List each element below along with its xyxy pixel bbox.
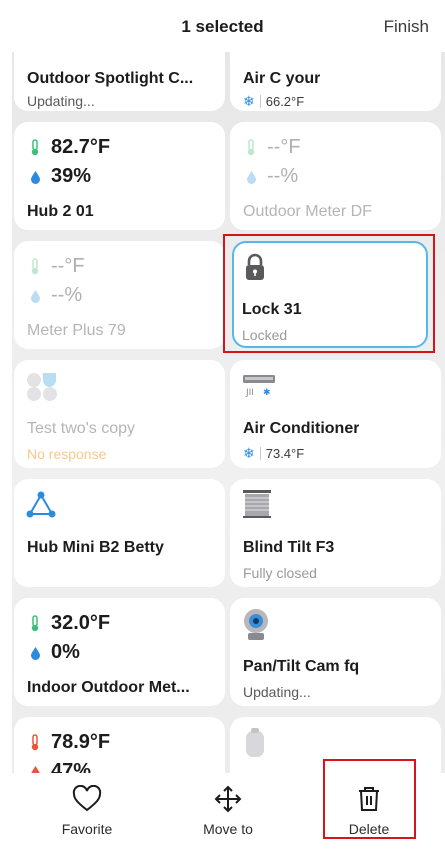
- thermometer-icon: [27, 615, 43, 632]
- humidity-value: 47%: [51, 760, 92, 773]
- humidity-reading: 0%: [27, 641, 80, 664]
- device-name: Hub Mini B2 Betty: [27, 539, 164, 556]
- device-status: Updating...: [27, 93, 95, 109]
- water-drop-icon: [27, 289, 43, 303]
- temperature-value: 32.0°F: [51, 612, 111, 634]
- device-card-blind-tilt[interactable]: Blind Tilt F3 Fully closed: [230, 479, 441, 587]
- device-card-humidifier[interactable]: [230, 717, 441, 773]
- humidity-reading: --%: [27, 284, 82, 307]
- device-card-hub-2[interactable]: 82.7°F 39% Hub 2 01: [14, 122, 225, 230]
- device-grid[interactable]: Outdoor Spotlight C... Updating... Air C…: [12, 50, 445, 773]
- device-card-air-conditioner[interactable]: JII ✱ Air Conditioner ❄ 73.4°F: [230, 360, 441, 468]
- humidity-value: --%: [267, 165, 299, 187]
- temperature-value: 82.7°F: [51, 136, 111, 158]
- humidity-value: --%: [51, 284, 83, 306]
- water-drop-icon: [27, 765, 43, 773]
- humidifier-icon: [244, 727, 266, 764]
- device-name: Lock 31: [242, 301, 302, 318]
- device-name: Indoor Outdoor Met...: [27, 679, 190, 696]
- device-card-indoor-outdoor-meter[interactable]: 32.0°F 0% Indoor Outdoor Met...: [14, 598, 225, 706]
- camera-icon: [242, 608, 270, 647]
- device-name: Outdoor Meter DF: [243, 203, 372, 220]
- heart-icon: [32, 783, 142, 815]
- humidity-value: 0%: [51, 641, 80, 663]
- move-arrows-icon: [173, 783, 283, 815]
- trash-icon: [314, 783, 424, 815]
- device-card-pan-tilt-cam[interactable]: Pan/Tilt Cam fq Updating...: [230, 598, 441, 706]
- svg-text:✱: ✱: [263, 388, 271, 398]
- move-to-label: Move to: [203, 821, 253, 837]
- device-name: Hub 2 01: [27, 203, 94, 220]
- move-to-button[interactable]: Move to: [173, 783, 283, 837]
- hub-mini-icon: [26, 491, 56, 524]
- ac-status-line: ❄ 73.4°F: [243, 445, 304, 462]
- temperature-reading: --°F: [27, 255, 85, 278]
- water-drop-icon: [27, 646, 43, 660]
- temperature-reading: 32.0°F: [27, 612, 110, 635]
- delete-button[interactable]: Delete: [314, 783, 424, 837]
- device-card-air-c-your[interactable]: Air C your ❄ 66.2°F: [230, 50, 441, 111]
- temperature-reading: --°F: [243, 136, 301, 159]
- thermometer-icon: [27, 734, 43, 751]
- temperature-reading: 82.7°F: [27, 136, 110, 159]
- device-status: Updating...: [243, 684, 311, 700]
- device-card-outdoor-spotlight[interactable]: Outdoor Spotlight C... Updating...: [14, 50, 225, 111]
- temperature-value: --°F: [267, 136, 301, 158]
- device-card-meter-plus[interactable]: --°F --% Meter Plus 79: [14, 241, 225, 349]
- lock-icon: [244, 253, 266, 286]
- snowflake-icon: ❄: [243, 93, 255, 109]
- thermometer-icon: [27, 139, 43, 156]
- blind-tilt-icon: [242, 489, 272, 524]
- device-card-test-two[interactable]: Test two's copy No response: [14, 360, 225, 468]
- bottom-action-bar: Favorite Move to Delete: [0, 773, 445, 851]
- selection-title: 1 selected: [181, 17, 264, 36]
- ac-status-line: ❄ 66.2°F: [243, 93, 304, 110]
- device-status: Locked: [242, 327, 288, 343]
- ac-temperature: 73.4°F: [265, 446, 305, 461]
- water-drop-icon: [27, 170, 43, 184]
- ac-temperature: 66.2°F: [265, 94, 305, 109]
- humidity-reading: 39%: [27, 165, 91, 188]
- device-card-hub-mini[interactable]: Hub Mini B2 Betty: [14, 479, 225, 587]
- scene-icon: [26, 372, 58, 407]
- device-name: Outdoor Spotlight C...: [27, 70, 194, 87]
- device-name: Meter Plus 79: [27, 322, 126, 339]
- device-card-lock[interactable]: Lock 31 Locked: [232, 241, 428, 348]
- device-name: Air C your: [243, 70, 321, 87]
- svg-text:JII: JII: [245, 388, 254, 398]
- humidity-reading: --%: [243, 165, 298, 188]
- top-bar: 1 selected Finish: [0, 0, 445, 52]
- device-status: Fully closed: [243, 565, 317, 581]
- device-name: Pan/Tilt Cam fq: [243, 658, 360, 675]
- humidity-value: 39%: [51, 165, 92, 187]
- water-drop-icon: [243, 170, 259, 184]
- thermometer-icon: [27, 258, 43, 275]
- thermometer-icon: [243, 139, 259, 156]
- finish-button[interactable]: Finish: [384, 17, 429, 37]
- device-name: Blind Tilt F3: [243, 539, 335, 556]
- favorite-button[interactable]: Favorite: [32, 783, 142, 837]
- temperature-value: --°F: [51, 255, 85, 277]
- snowflake-icon: ❄: [243, 445, 255, 461]
- favorite-label: Favorite: [61, 821, 113, 837]
- device-status: No response: [27, 446, 107, 462]
- delete-label: Delete: [348, 821, 390, 837]
- temperature-value: 78.9°F: [51, 731, 111, 753]
- device-name: Test two's copy: [27, 420, 135, 437]
- device-name: Air Conditioner: [243, 420, 360, 437]
- device-card-outdoor-meter[interactable]: --°F --% Outdoor Meter DF: [230, 122, 441, 230]
- temperature-reading: 78.9°F: [27, 731, 110, 754]
- humidity-reading: 47%: [27, 760, 91, 773]
- device-card-thermo-hygrometer[interactable]: 78.9°F 47%: [14, 717, 225, 773]
- air-conditioner-icon: JII ✱: [242, 374, 276, 403]
